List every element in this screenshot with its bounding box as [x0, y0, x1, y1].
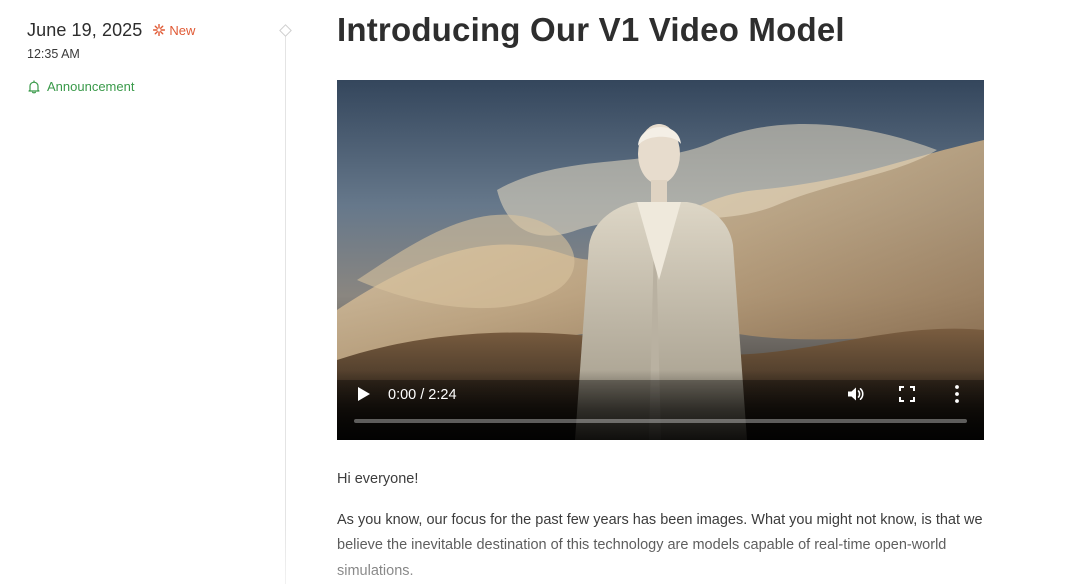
category-tag[interactable]: Announcement	[27, 79, 277, 94]
post-meta: June 19, 2025 New 12:35 AM Announcement	[27, 18, 277, 95]
post-body: Hi everyone! As you know, our focus for …	[337, 467, 997, 584]
post-date: June 19, 2025	[27, 19, 143, 40]
video-progress-bar[interactable]	[354, 419, 967, 423]
article: Introducing Our V1 Video Model 0:00 / 2:…	[337, 0, 997, 584]
post-time: 12:35 AM	[27, 47, 80, 61]
timeline-marker	[279, 24, 292, 37]
video-controls: 0:00 / 2:24	[337, 370, 984, 440]
video-time-display: 0:00 / 2:24	[388, 387, 457, 403]
category-label: Announcement	[47, 79, 135, 94]
new-label: New	[169, 22, 196, 38]
fullscreen-icon[interactable]	[899, 385, 915, 403]
page: June 19, 2025 New 12:35 AM Announcement …	[0, 0, 1080, 584]
video-player[interactable]: 0:00 / 2:24	[337, 80, 984, 440]
sparkle-icon	[153, 24, 166, 36]
date-row: June 19, 2025 New	[27, 18, 277, 42]
post-title: Introducing Our V1 Video Model	[337, 11, 845, 48]
body-paragraph-2: As you know, our focus for the past few …	[337, 511, 983, 579]
volume-icon[interactable]	[847, 385, 865, 403]
play-icon[interactable]	[357, 386, 371, 402]
more-vertical-icon[interactable]	[953, 384, 961, 404]
timeline-line	[285, 36, 286, 584]
new-badge: New	[153, 23, 195, 38]
body-paragraph-1: Hi everyone!	[337, 471, 419, 487]
bell-icon	[28, 79, 40, 93]
